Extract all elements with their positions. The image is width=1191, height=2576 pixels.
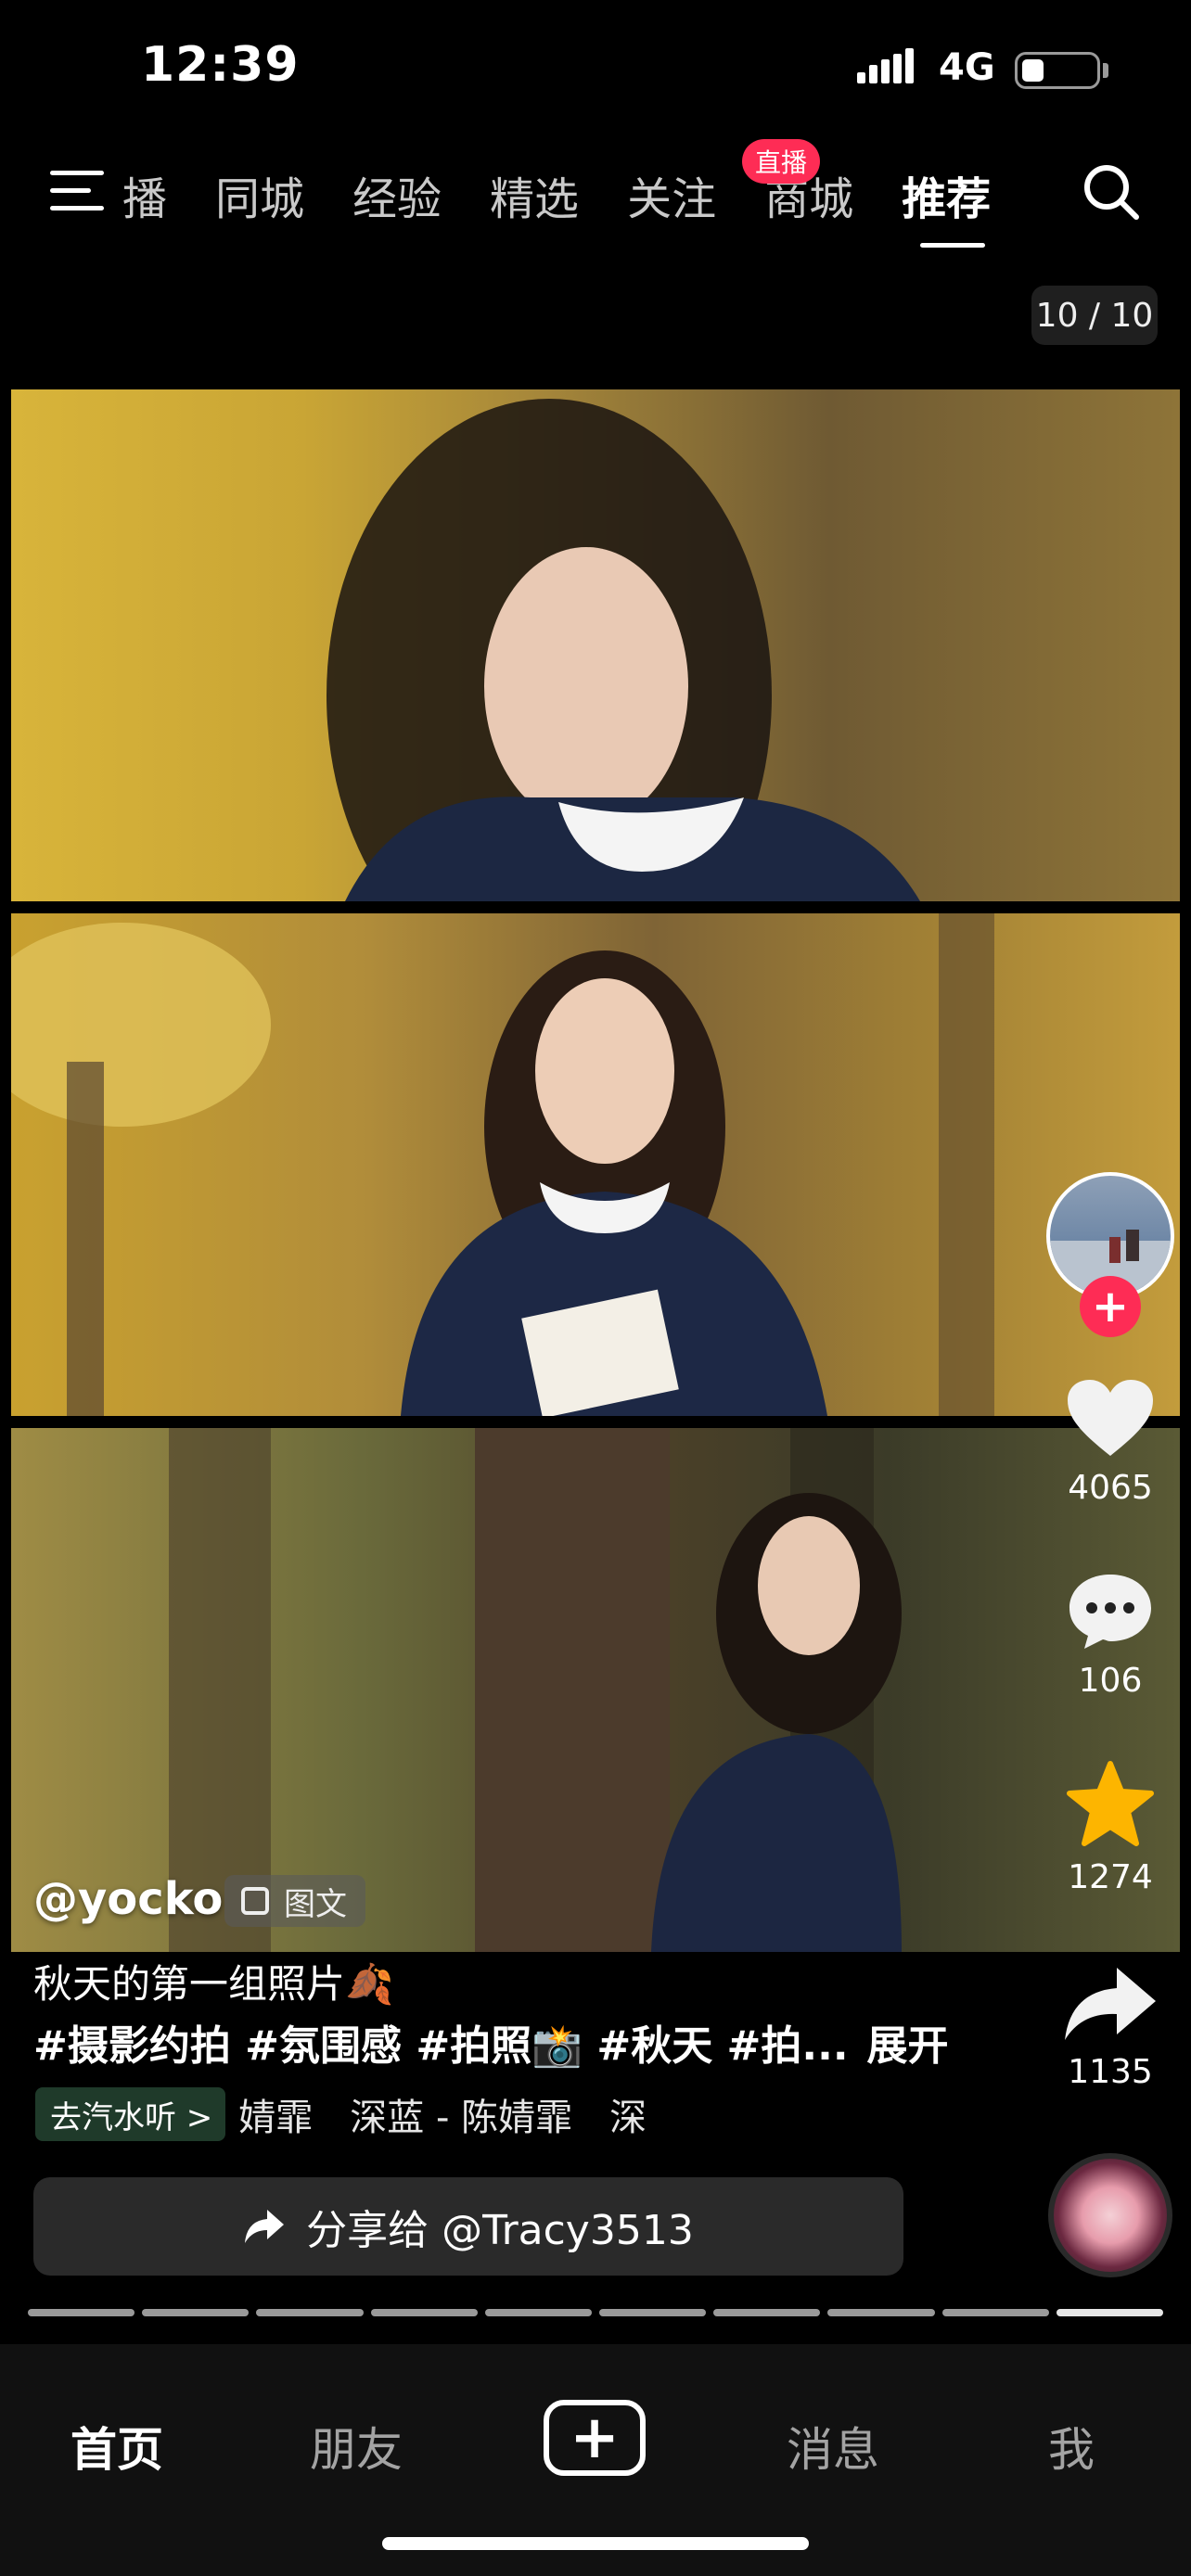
post-tags[interactable]: #摄影约拍 #氛围感 #拍照📸 #秋天 #拍... 展开 (33, 2012, 949, 2072)
like-button[interactable]: 4065 (1041, 1376, 1180, 1507)
status-bar: 12:39 4G (0, 0, 1191, 139)
music-title[interactable]: 婧霏 深蓝 - 陈婧霏 深 (238, 2087, 702, 2141)
comment-button[interactable]: 106 (1041, 1569, 1180, 1700)
share-to-label: 分享给 @Tracy3513 (306, 2207, 694, 2254)
tab-local[interactable]: 同城 (215, 162, 304, 227)
top-nav: 播 同城 经验 精选 关注 商城 推荐 直播 (0, 139, 1191, 260)
home-indicator (382, 2537, 809, 2550)
share-count: 1135 (1068, 2053, 1153, 2091)
channel-tabs: 播 同城 经验 精选 关注 商城 推荐 (122, 158, 1039, 248)
music-row: 去汽水听 > 婧霏 深蓝 - 陈婧霏 深 (35, 2085, 702, 2144)
tab-experience[interactable]: 经验 (352, 162, 442, 227)
live-badge: 直播 (742, 139, 821, 184)
create-post-button[interactable]: + (544, 2400, 646, 2476)
nav-me[interactable]: 我 (1048, 2413, 1095, 2480)
signal-icon (857, 48, 914, 83)
favorite-button[interactable]: 1274 (1041, 1760, 1180, 1896)
heart-icon (1068, 1380, 1153, 1456)
progress-segment (713, 2309, 821, 2316)
photo-2-art (11, 913, 994, 1416)
post-type-label: 图文 (284, 1885, 347, 1923)
progress-segment (370, 2309, 478, 2316)
tab-following[interactable]: 关注 (627, 162, 716, 227)
post-type-badge: 图文 (224, 1875, 365, 1927)
soda-music-button[interactable]: 去汽水听 > (35, 2087, 226, 2141)
nav-home[interactable]: 首页 (70, 2413, 163, 2480)
nav-messages[interactable]: 消息 (787, 2413, 879, 2480)
share-to-friend-button[interactable]: 分享给 @Tracy3513 (33, 2177, 903, 2276)
photo-1[interactable] (11, 389, 1180, 901)
progress-segment (256, 2309, 364, 2316)
tab-recommend[interactable]: 推荐 (902, 162, 991, 248)
image-counter: 10 / 10 (1031, 286, 1158, 345)
search-icon[interactable] (1081, 161, 1142, 223)
menu-icon[interactable] (46, 167, 109, 215)
progress-segment (941, 2309, 1049, 2316)
network-label: 4G (939, 46, 995, 89)
comment-icon (1069, 1575, 1151, 1649)
favorite-count: 1274 (1068, 1858, 1153, 1896)
gallery-icon (241, 1887, 269, 1915)
progress-segment (484, 2309, 593, 2316)
follow-button[interactable]: + (1080, 1276, 1141, 1337)
share-arrow-icon (245, 2210, 285, 2243)
battery-icon (1015, 52, 1100, 89)
status-time: 12:39 (141, 37, 300, 93)
share-button[interactable]: 1135 (1041, 1964, 1180, 2091)
photo-2[interactable] (11, 913, 1180, 1416)
progress-segment (827, 2309, 935, 2316)
comment-count: 106 (1078, 1662, 1143, 1700)
tab-featured[interactable]: 精选 (490, 162, 579, 227)
progress-segment (599, 2309, 707, 2316)
tab-live[interactable]: 播 (122, 162, 167, 227)
image-progress-bar (28, 2309, 1164, 2318)
share-icon (1065, 1968, 1156, 2040)
battery-level (1022, 59, 1044, 82)
progress-segment (1056, 2309, 1164, 2316)
hashtags[interactable]: #摄影约拍 #氛围感 #拍照📸 #秋天 #拍... (33, 2022, 849, 2070)
music-disc-avatar[interactable] (1048, 2153, 1172, 2277)
progress-segment (142, 2309, 250, 2316)
nav-friends[interactable]: 朋友 (310, 2413, 403, 2480)
expand-link[interactable]: 展开 (867, 2022, 949, 2070)
author-name[interactable]: @yocko (33, 1873, 223, 1925)
like-count: 4065 (1068, 1469, 1153, 1507)
post-caption: 秋天的第一组照片🍂 (33, 1961, 394, 2007)
progress-segment (28, 2309, 135, 2316)
battery-tip (1103, 63, 1108, 78)
photo-1-art (327, 399, 920, 901)
star-icon (1067, 1761, 1154, 1846)
